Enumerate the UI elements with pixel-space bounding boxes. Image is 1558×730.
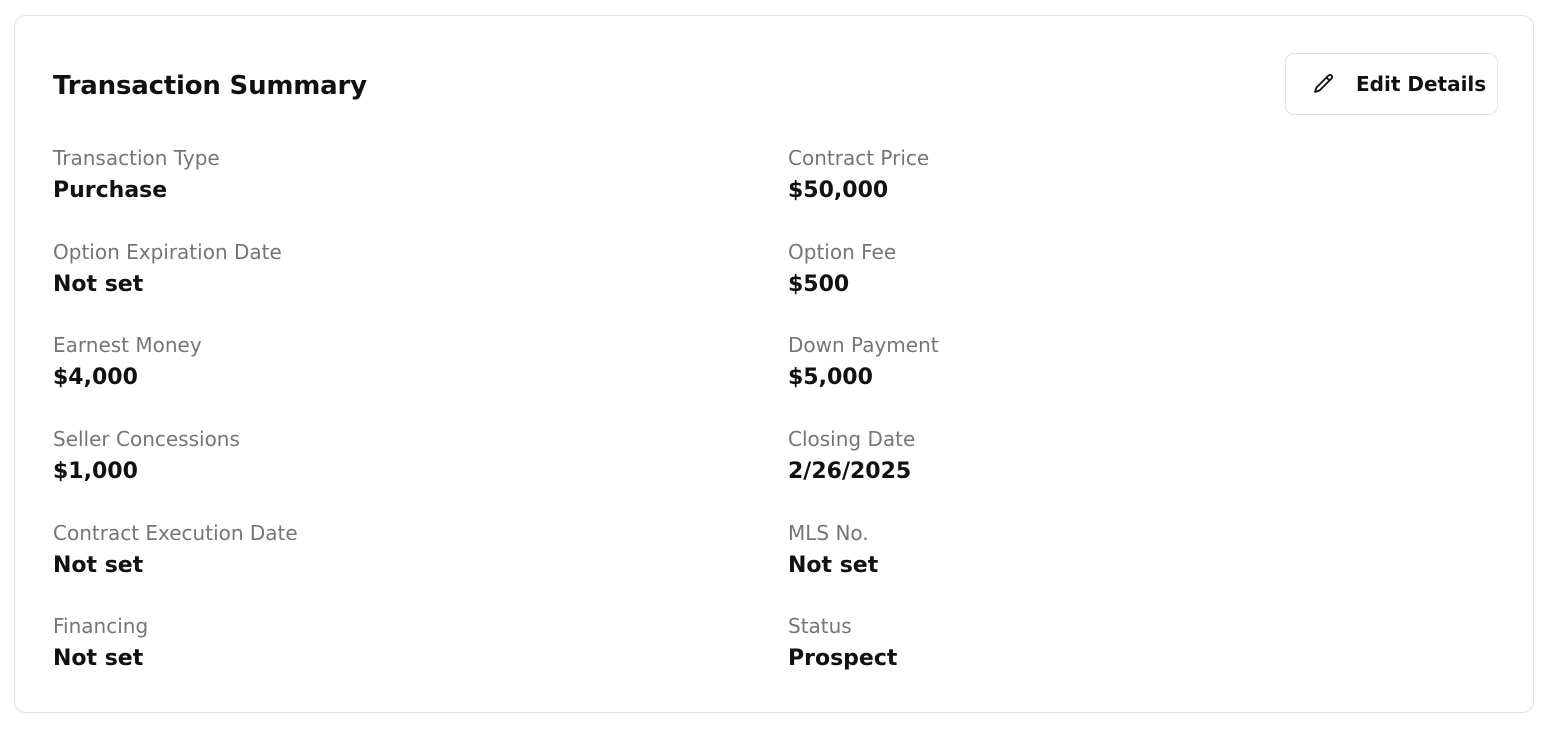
field-value: Purchase [53, 178, 168, 203]
field-status: Status Prospect [788, 612, 1468, 674]
field-mls-no: MLS No. Not set [788, 519, 1468, 581]
field-label: Transaction Type [53, 146, 220, 170]
field-label: Contract Execution Date [53, 521, 298, 545]
field-transaction-type: Transaction Type Purchase [53, 144, 733, 206]
field-value: $4,000 [53, 365, 138, 390]
field-value: Not set [53, 272, 144, 297]
edit-details-label: Edit Details [1356, 72, 1487, 96]
edit-details-button[interactable]: Edit Details [1285, 53, 1498, 115]
field-label: Contract Price [788, 146, 930, 170]
field-value: $1,000 [53, 459, 138, 484]
field-label: Financing [53, 614, 149, 638]
field-label: Down Payment [788, 333, 939, 357]
field-financing: Financing Not set [53, 612, 733, 674]
field-contract-execution-date: Contract Execution Date Not set [53, 519, 733, 581]
field-label: Closing Date [788, 427, 916, 451]
field-label: Earnest Money [53, 333, 202, 357]
field-value: $50,000 [788, 178, 889, 203]
transaction-summary-card: Transaction Summary Edit Details Transac… [14, 15, 1534, 713]
field-option-expiration-date: Option Expiration Date Not set [53, 238, 733, 300]
field-value: Not set [53, 646, 144, 671]
field-value: Not set [53, 553, 144, 578]
field-label: Option Fee [788, 240, 897, 264]
field-earnest-money: Earnest Money $4,000 [53, 331, 733, 393]
field-label: MLS No. [788, 521, 869, 545]
field-value: $5,000 [788, 365, 873, 390]
field-label: Seller Concessions [53, 427, 240, 451]
field-value: Not set [788, 553, 879, 578]
field-closing-date: Closing Date 2/26/2025 [788, 425, 1468, 487]
field-value: 2/26/2025 [788, 459, 912, 484]
card-title: Transaction Summary [53, 71, 367, 101]
pencil-icon [1312, 72, 1336, 96]
field-seller-concessions: Seller Concessions $1,000 [53, 425, 733, 487]
field-option-fee: Option Fee $500 [788, 238, 1468, 300]
field-contract-price: Contract Price $50,000 [788, 144, 1468, 206]
field-label: Option Expiration Date [53, 240, 282, 264]
field-label: Status [788, 614, 852, 638]
field-value: $500 [788, 272, 850, 297]
field-value: Prospect [788, 646, 898, 671]
field-down-payment: Down Payment $5,000 [788, 331, 1468, 393]
